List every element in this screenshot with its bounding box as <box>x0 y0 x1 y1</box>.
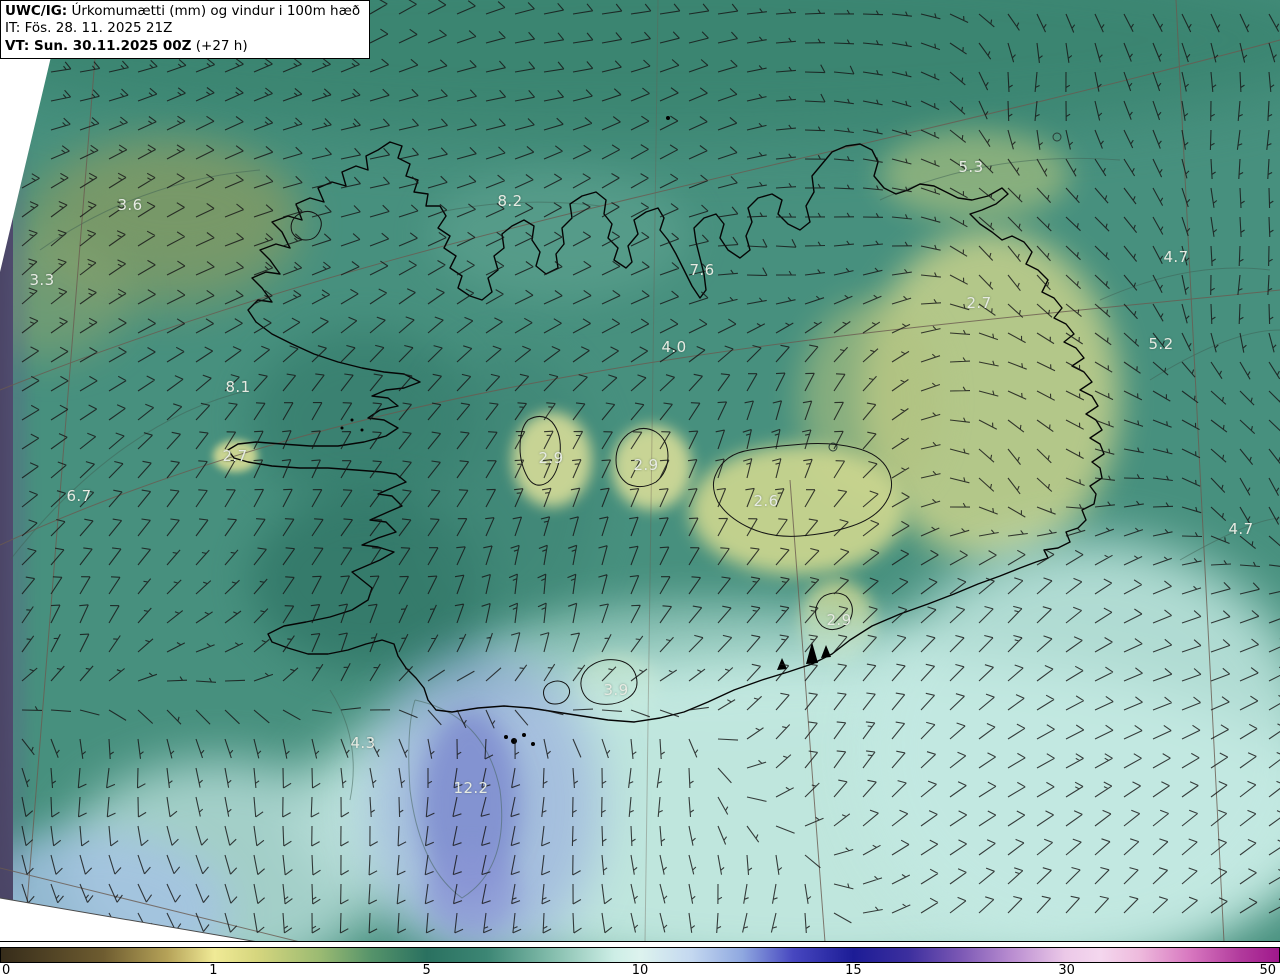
colorbar-tick-label: 15 <box>845 963 862 978</box>
init-time: IT: Fös. 28. 11. 2025 21Z <box>5 20 173 37</box>
map-border-bottom <box>0 941 1280 942</box>
colorbar-tick-label: 5 <box>422 963 431 978</box>
colorbar-tick-label: 30 <box>1058 963 1075 978</box>
contour-max-label: 5.2 <box>1148 335 1174 353</box>
contour-max-label: 12.2 <box>453 779 489 797</box>
colorbar: 0 1 5 10 15 30 50 <box>0 942 1280 978</box>
colorbar-tick-label: 50 <box>1259 963 1276 978</box>
colorbar-tick-label: 10 <box>631 963 649 978</box>
valid-offset: (+27 h) <box>191 37 248 54</box>
contour-max-label: 3.9 <box>603 681 629 699</box>
contour-max-label: 2.6 <box>753 492 779 510</box>
contour-max-label: 3.6 <box>117 196 143 214</box>
valid-time-line: VT: Sun. 30.11.2025 00Z (+27 h) <box>5 38 360 55</box>
product-title: Úrkomumætti (mm) og vindur i 100m hæð <box>71 3 361 19</box>
contour-max-label: 5.3 <box>958 158 984 176</box>
product-code: UWC/IG: <box>5 3 68 19</box>
contour-max-label: 3.3 <box>29 271 55 289</box>
colorbar-gradient <box>0 947 1280 963</box>
colorbar-ticks: 0 1 5 10 15 30 50 <box>0 963 1280 978</box>
projection-edge-top-left <box>0 44 54 272</box>
contour-max-label: 4.7 <box>1163 248 1189 266</box>
title-box: UWC/IG: Úrkomumætti (mm) og vindur i 100… <box>0 0 371 59</box>
contour-max-label: 2.9 <box>538 449 564 467</box>
contour-max-label: 4.0 <box>661 338 687 356</box>
weather-map-page: 3.6 3.3 5.3 8.2 7.6 4.7 2.7 4.0 5.2 8.1 2.7 2.9 2.9 6… <box>0 0 1280 978</box>
contour-max-label: 8.2 <box>497 192 523 210</box>
colorbar-tick-label: 1 <box>209 963 218 978</box>
contour-max-label: 4.7 <box>1228 520 1254 538</box>
colorbar-tick-label: 0 <box>2 963 11 978</box>
contour-max-label: 8.1 <box>225 378 251 396</box>
contour-max-label: 6.7 <box>66 487 92 505</box>
contour-max-label: 2.7 <box>222 447 248 465</box>
contour-max-label: 2.9 <box>826 611 852 629</box>
contour-max-label: 4.3 <box>350 734 376 752</box>
station-circles <box>828 132 1062 452</box>
title-line: UWC/IG: Úrkomumætti (mm) og vindur i 100… <box>5 3 360 20</box>
valid-time: VT: Sun. 30.11.2025 00Z <box>5 37 192 54</box>
contour-max-label: 2.7 <box>966 294 992 312</box>
contour-max-label: 7.6 <box>689 261 715 279</box>
islets <box>340 116 670 746</box>
contour-max-label: 2.9 <box>633 456 659 474</box>
map-area: 3.6 3.3 5.3 8.2 7.6 4.7 2.7 4.0 5.2 8.1 2.7 2.9 2.9 6… <box>0 0 1280 942</box>
